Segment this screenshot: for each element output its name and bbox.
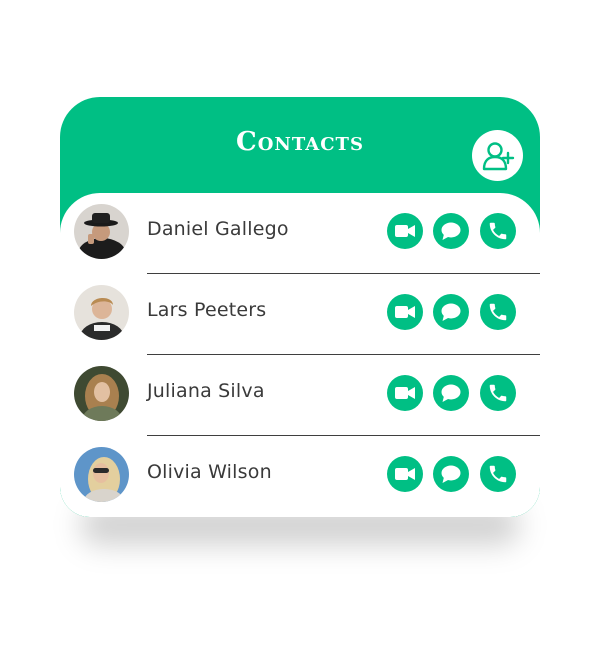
video-call-button[interactable] xyxy=(387,213,423,249)
phone-call-button[interactable] xyxy=(480,213,516,249)
phone-icon xyxy=(489,384,507,402)
message-button[interactable] xyxy=(433,213,469,249)
stage: Contacts Daniel Gallego Lars Peeters Jul… xyxy=(0,0,600,661)
add-user-icon xyxy=(482,141,514,170)
video-call-button[interactable] xyxy=(387,294,423,330)
add-contact-button[interactable] xyxy=(472,130,523,181)
contact-name: Daniel Gallego xyxy=(147,218,289,240)
avatar[interactable] xyxy=(74,366,129,421)
video-call-button[interactable] xyxy=(387,456,423,492)
phone-icon xyxy=(489,222,507,240)
avatar[interactable] xyxy=(74,204,129,259)
chat-bubble-icon xyxy=(441,303,461,321)
avatar[interactable] xyxy=(74,447,129,502)
chat-bubble-icon xyxy=(441,465,461,483)
phone-call-button[interactable] xyxy=(480,456,516,492)
video-camera-icon xyxy=(395,306,415,318)
contact-row-daniel-gallego[interactable]: Daniel Gallego xyxy=(60,193,540,274)
message-button[interactable] xyxy=(433,294,469,330)
contact-name: Juliana Silva xyxy=(147,380,265,402)
contacts-card: Contacts Daniel Gallego Lars Peeters Jul… xyxy=(60,97,540,517)
contact-row-lars-peeters[interactable]: Lars Peeters xyxy=(60,274,540,355)
chat-bubble-icon xyxy=(441,384,461,402)
chat-bubble-icon xyxy=(441,222,461,240)
phone-icon xyxy=(489,465,507,483)
video-call-button[interactable] xyxy=(387,375,423,411)
contact-name: Lars Peeters xyxy=(147,299,267,321)
contact-row-juliana-silva[interactable]: Juliana Silva xyxy=(60,355,540,436)
video-camera-icon xyxy=(395,468,415,480)
contact-list: Daniel Gallego Lars Peeters Juliana Silv… xyxy=(60,193,540,517)
message-button[interactable] xyxy=(433,375,469,411)
phone-call-button[interactable] xyxy=(480,294,516,330)
phone-call-button[interactable] xyxy=(480,375,516,411)
avatar[interactable] xyxy=(74,285,129,340)
phone-icon xyxy=(489,303,507,321)
video-camera-icon xyxy=(395,387,415,399)
video-camera-icon xyxy=(395,225,415,237)
contact-name: Olivia Wilson xyxy=(147,461,272,483)
message-button[interactable] xyxy=(433,456,469,492)
page-title: Contacts xyxy=(236,127,364,157)
contact-row-olivia-wilson[interactable]: Olivia Wilson xyxy=(60,436,540,517)
